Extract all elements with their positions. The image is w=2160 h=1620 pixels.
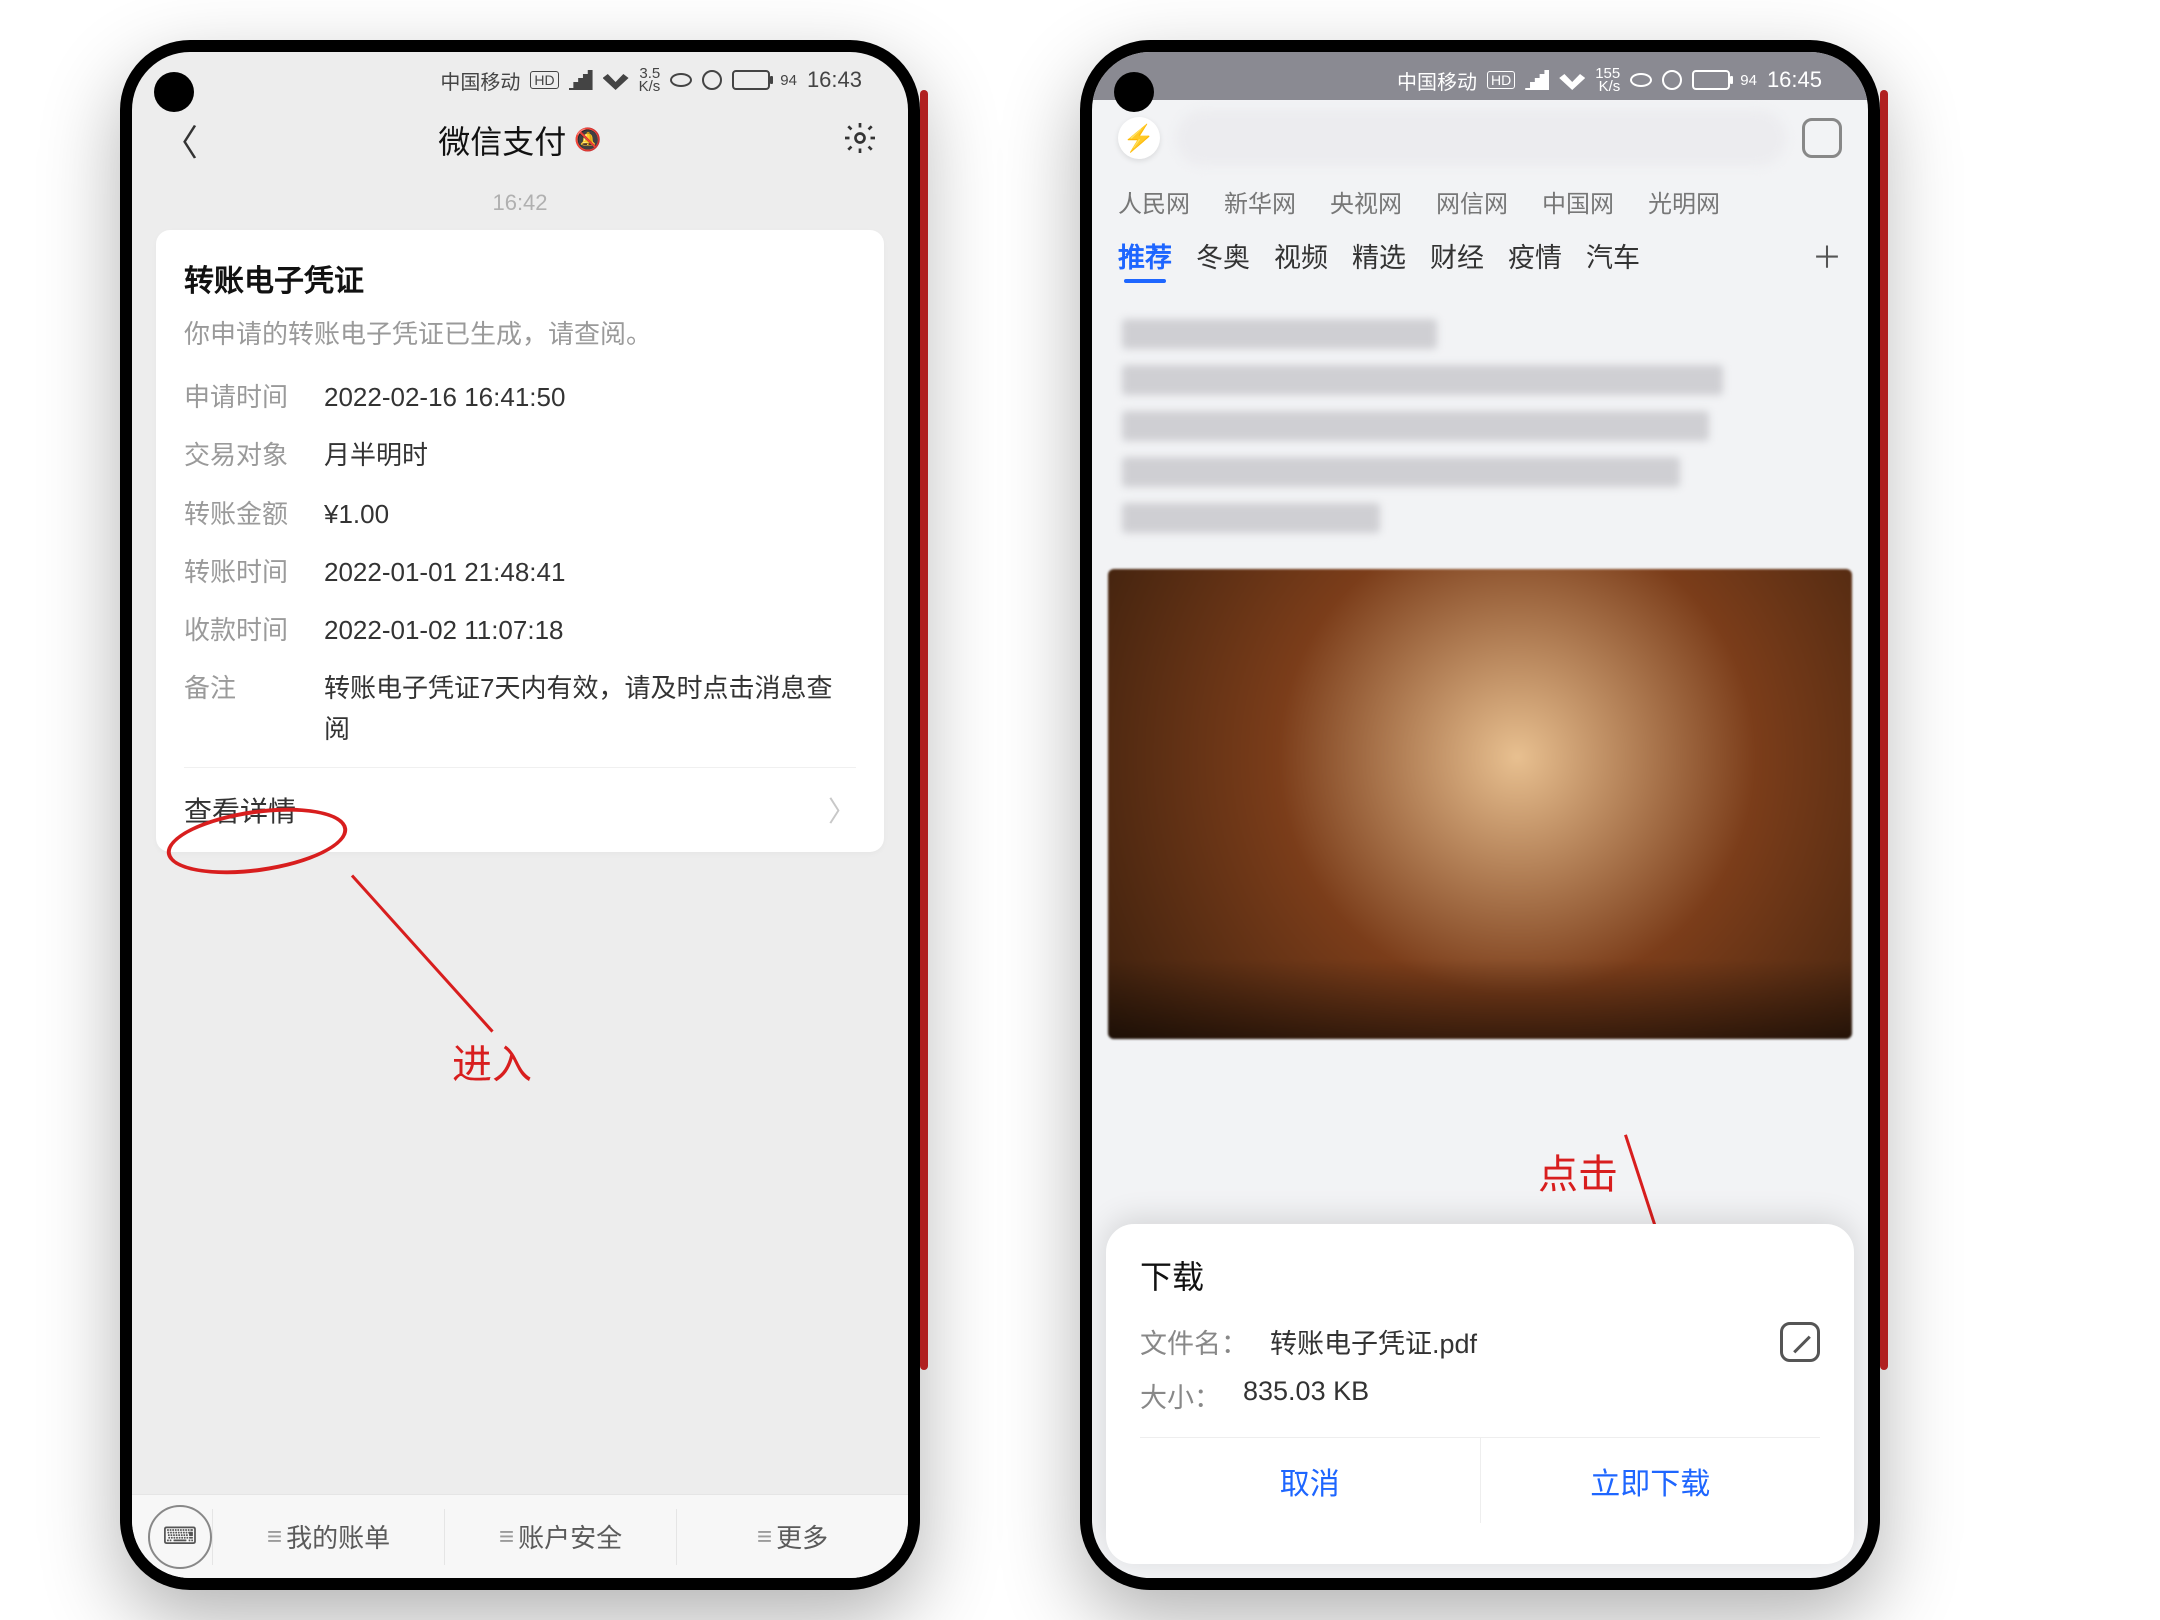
news-image[interactable]: [1108, 569, 1852, 1039]
page-title: 微信支付 🔕: [438, 117, 601, 163]
topic-tab[interactable]: 汽车: [1586, 236, 1640, 275]
battery-pct: 94: [780, 72, 797, 89]
topic-tab[interactable]: 冬奥: [1196, 236, 1250, 275]
edit-icon[interactable]: [1780, 1322, 1820, 1362]
status-bar: 中国移动 HD 155K/s 94 16:45: [1092, 52, 1868, 100]
headline-item[interactable]: [1122, 365, 1723, 395]
filename-value: 转账电子凭证.pdf: [1270, 1322, 1477, 1362]
site-tab[interactable]: 人民网: [1118, 184, 1190, 219]
row-amount: 转账金额¥1.00: [184, 494, 856, 534]
headline-item[interactable]: [1122, 319, 1437, 349]
scan-icon[interactable]: [1802, 118, 1842, 158]
carrier-label: 中国移动: [440, 66, 520, 95]
annotation-arrow: [351, 874, 494, 1032]
site-tab[interactable]: 央视网: [1330, 184, 1402, 219]
front-camera: [1114, 72, 1154, 112]
hd-badge: HD: [530, 71, 558, 89]
row-counterparty: 交易对象月半明时: [184, 435, 856, 475]
signal-icon: [569, 70, 593, 90]
view-details-label: 查看详情: [184, 790, 296, 830]
bolt-icon[interactable]: ⚡: [1118, 117, 1160, 159]
tab-account-security[interactable]: ≡账户安全: [444, 1509, 676, 1565]
topic-tab[interactable]: 精选: [1352, 236, 1406, 275]
site-tab[interactable]: 新华网: [1224, 184, 1296, 219]
eye-icon: [1630, 73, 1652, 87]
sheet-filename-row: 文件名： 转账电子凭证.pdf: [1140, 1322, 1820, 1362]
row-apply-time: 申请时间2022-02-16 16:41:50: [184, 377, 856, 417]
row-transfer-time: 转账时间2022-01-01 21:48:41: [184, 552, 856, 592]
net-speed: 3.5K/s: [639, 67, 661, 94]
site-tab[interactable]: 光明网: [1648, 184, 1720, 219]
filename-label: 文件名：: [1140, 1322, 1248, 1362]
phone-left: 中国移动 HD 3.5K/s 94 16:43 〈 微信支付 🔕 16:42: [120, 40, 920, 1590]
headline-list: [1092, 289, 1868, 563]
site-tab[interactable]: 网信网: [1436, 184, 1508, 219]
eye-icon: [670, 73, 692, 87]
add-tab-icon[interactable]: ＋: [1812, 233, 1842, 277]
screen-right: 中国移动 HD 155K/s 94 16:45 ⚡ 人民网 新华网 央视网 网信…: [1092, 52, 1868, 1578]
view-details-row[interactable]: 查看详情 〉: [184, 767, 856, 852]
topic-tab-recommend[interactable]: 推荐: [1118, 236, 1172, 275]
net-speed: 155K/s: [1595, 67, 1620, 94]
dnd-icon: [1662, 70, 1682, 90]
chevron-right-icon: 〉: [828, 790, 856, 830]
carrier-label: 中国移动: [1397, 66, 1477, 95]
wifi-icon: [1559, 70, 1585, 90]
clock: 16:43: [807, 67, 862, 93]
topic-tab[interactable]: 疫情: [1508, 236, 1562, 275]
keyboard-icon[interactable]: ⌨: [148, 1505, 212, 1569]
search-input[interactable]: [1176, 110, 1786, 166]
row-receive-time: 收款时间2022-01-02 11:07:18: [184, 610, 856, 650]
download-now-button[interactable]: 立即下载: [1480, 1438, 1821, 1523]
wifi-icon: [603, 70, 629, 90]
topic-tab[interactable]: 财经: [1430, 236, 1484, 275]
battery-icon: [732, 70, 770, 90]
size-label: 大小：: [1140, 1376, 1221, 1415]
annotation-label: 点击: [1538, 1142, 1618, 1200]
topic-tabs: 推荐 冬奥 视频 精选 财经 疫情 汽车 ＋: [1092, 225, 1868, 289]
front-camera: [154, 72, 194, 112]
search-row: ⚡: [1092, 100, 1868, 178]
headline-item[interactable]: [1122, 457, 1680, 487]
sheet-actions: 取消 立即下载: [1140, 1437, 1820, 1523]
hd-badge: HD: [1487, 71, 1515, 89]
message-timestamp: 16:42: [132, 180, 908, 230]
bell-off-icon: 🔕: [574, 127, 601, 153]
phone-right: 中国移动 HD 155K/s 94 16:45 ⚡ 人民网 新华网 央视网 网信…: [1080, 40, 1880, 1590]
tab-more[interactable]: ≡更多: [676, 1509, 908, 1565]
clock: 16:45: [1767, 67, 1822, 93]
headline-item[interactable]: [1122, 411, 1709, 441]
site-tabs: 人民网 新华网 央视网 网信网 中国网 光明网: [1092, 178, 1868, 225]
cancel-button[interactable]: 取消: [1140, 1438, 1480, 1523]
battery-icon: [1692, 70, 1730, 90]
size-value: 835.03 KB: [1243, 1376, 1369, 1415]
screen-left: 中国移动 HD 3.5K/s 94 16:43 〈 微信支付 🔕 16:42: [132, 52, 908, 1578]
sheet-title: 下载: [1140, 1252, 1820, 1298]
site-tab[interactable]: 中国网: [1542, 184, 1614, 219]
sheet-size-row: 大小： 835.03 KB: [1140, 1376, 1820, 1415]
annotation-label: 进入: [452, 1032, 532, 1090]
headline-item[interactable]: [1122, 503, 1380, 533]
dnd-icon: [702, 70, 722, 90]
card-title: 转账电子凭证: [184, 256, 856, 300]
bottom-toolbar: ⌨ ≡我的账单 ≡账户安全 ≡更多: [132, 1494, 908, 1578]
receipt-card[interactable]: 转账电子凭证 你申请的转账电子凭证已生成，请查阅。 申请时间2022-02-16…: [156, 230, 884, 852]
gear-icon[interactable]: [842, 120, 878, 161]
card-subtitle: 你申请的转账电子凭证已生成，请查阅。: [184, 314, 856, 351]
status-bar: 中国移动 HD 3.5K/s 94 16:43: [132, 52, 908, 100]
tab-my-bills[interactable]: ≡我的账单: [212, 1509, 444, 1565]
signal-icon: [1525, 70, 1549, 90]
back-icon[interactable]: 〈: [162, 114, 198, 166]
nav-bar: 〈 微信支付 🔕: [132, 100, 908, 180]
download-sheet: 下载 文件名： 转账电子凭证.pdf 大小： 835.03 KB 取消 立即下载: [1106, 1224, 1854, 1564]
battery-pct: 94: [1740, 72, 1757, 89]
topic-tab[interactable]: 视频: [1274, 236, 1328, 275]
row-remark: 备注转账电子凭证7天内有效，请及时点击消息查阅: [184, 668, 856, 749]
